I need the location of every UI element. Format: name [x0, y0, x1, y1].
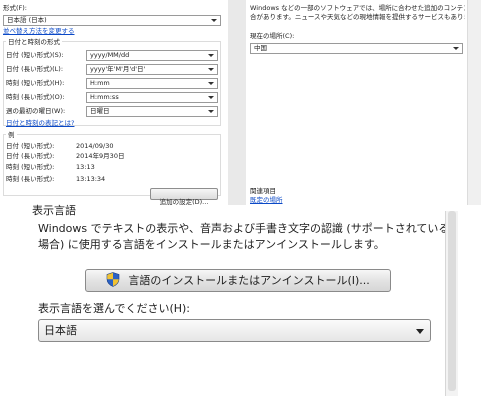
language-panel: 表示言語 Windows でテキストの表示や、音声および手書き文字の認識 (サポ… — [0, 204, 481, 396]
example-long-date-label: 日付 (長い形式): — [6, 152, 55, 160]
language-description-line1: Windows でテキストの表示や、音声および手書き文字の認識 (サポートされて… — [38, 222, 450, 235]
chevron-down-icon — [208, 96, 214, 99]
format-dropdown-value: 日本語 (日本) — [7, 16, 47, 24]
install-language-label: 言語のインストールまたはアンインストール(I)... — [128, 274, 370, 287]
uac-shield-icon — [106, 272, 120, 291]
scrollbar-thumb[interactable] — [448, 211, 456, 391]
location-dropdown-value: 中国 — [254, 44, 267, 52]
example-long-date-value: 2014年9月30日 — [76, 152, 125, 160]
example-short-time-value: 13:13 — [76, 163, 95, 171]
long-date-label: 日付 (長い形式)(L): — [6, 65, 64, 73]
scrollbar[interactable] — [445, 211, 458, 396]
additional-settings-button[interactable]: 追加の設定(D)... — [150, 188, 218, 206]
format-dropdown[interactable]: 日本語 (日本) — [3, 15, 221, 26]
long-time-dropdown[interactable]: H:mm:ss — [86, 92, 218, 103]
location-dropdown[interactable]: 中国 — [250, 43, 463, 54]
chevron-down-icon — [416, 329, 424, 334]
first-day-label: 週の最初の曜日(W): — [6, 107, 66, 115]
long-time-value: H:mm:ss — [90, 93, 119, 101]
install-language-button[interactable]: 言語のインストールまたはアンインストール(I)... — [85, 269, 391, 292]
example-title: 例 — [6, 131, 17, 140]
location-label: 現在の場所(C): — [250, 32, 295, 40]
short-date-dropdown[interactable]: yyyy/MM/dd — [86, 50, 218, 61]
short-date-label: 日付 (短い形式)(S): — [6, 51, 64, 59]
location-description-line1: Windows などの一部のソフトウェアでは、場所に合わせた追加のコンテンツが提… — [250, 4, 465, 12]
example-short-date-label: 日付 (短い形式): — [6, 142, 55, 150]
display-language-dropdown[interactable]: 日本語 — [38, 319, 431, 342]
short-time-label: 時刻 (短い形式)(H): — [6, 79, 65, 87]
change-sort-link[interactable]: 並べ替え方法を変更する — [3, 27, 75, 36]
location-description-line2: 合があります。ニュースや天気などの現地情報を提供するサービスもあります。 — [250, 13, 465, 21]
first-day-value: 日曜日 — [90, 107, 110, 115]
chevron-down-icon — [208, 110, 214, 113]
short-time-value: H:mm — [90, 79, 110, 87]
date-time-format-title: 日付と時刻の形式 — [6, 38, 62, 47]
chevron-down-icon — [208, 82, 214, 85]
language-description-line2: 場合) に使用する言語をインストールまたはアンインストールします。 — [38, 238, 385, 251]
first-day-dropdown[interactable]: 日曜日 — [86, 106, 218, 117]
display-language-value: 日本語 — [44, 324, 77, 337]
panel-divider — [228, 0, 246, 205]
example-short-date-value: 2014/09/30 — [76, 142, 114, 150]
select-language-label: 表示言語を選んでください(H): — [38, 302, 191, 315]
chevron-down-icon — [208, 68, 214, 71]
related-title: 関連項目 — [250, 187, 276, 195]
short-date-value: yyyy/MM/dd — [90, 51, 130, 59]
chevron-down-icon — [211, 19, 217, 22]
chevron-down-icon — [453, 47, 459, 50]
long-date-value: yyyy'年'M'月'd'日' — [90, 65, 146, 73]
format-label: 形式(F): — [3, 4, 28, 12]
display-language-heading: 表示言語 — [32, 204, 76, 217]
short-time-dropdown[interactable]: H:mm — [86, 78, 218, 89]
scrollbar-track[interactable] — [467, 0, 481, 205]
long-time-label: 時刻 (長い形式)(O): — [6, 93, 65, 101]
long-date-dropdown[interactable]: yyyy'年'M'月'd'日' — [86, 64, 218, 75]
example-short-time-label: 時刻 (短い形式): — [6, 163, 55, 171]
notation-link[interactable]: 日付と時刻の表記とは? — [6, 119, 74, 128]
example-long-time-label: 時刻 (長い形式): — [6, 175, 55, 183]
default-location-link[interactable]: 既定の場所 — [250, 196, 283, 205]
example-long-time-value: 13:13:34 — [76, 175, 106, 183]
chevron-down-icon — [208, 54, 214, 57]
location-panel: Windows などの一部のソフトウェアでは、場所に合わせた追加のコンテンツが提… — [246, 0, 467, 205]
format-panel: 形式(F): 日本語 (日本) 並べ替え方法を変更する 日付と時刻の形式 日付 … — [0, 0, 226, 206]
